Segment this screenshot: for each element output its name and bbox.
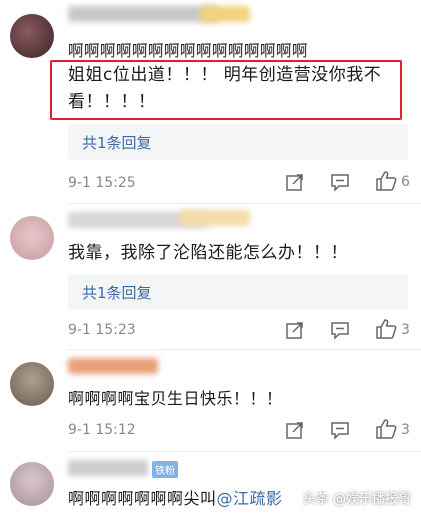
comment-text-line2: 姐姐c位出道！！！ 明年创造营没你我不 — [68, 65, 382, 85]
comment-icon[interactable] — [330, 420, 350, 440]
mention-link[interactable]: @江疏影 — [217, 489, 283, 508]
reply-box[interactable]: 共1条回复 — [68, 274, 408, 310]
timestamp: 9-1 15:12 — [68, 422, 136, 438]
comment-icon[interactable] — [330, 320, 350, 340]
username-decoration — [200, 6, 250, 22]
comment-text-line3: 看！！！！ — [68, 92, 156, 112]
comment-text: 我靠，我除了沦陷还能怎么办！！！ — [68, 243, 348, 263]
reply-count-link[interactable]: 共1条回复 — [82, 282, 152, 303]
timestamp: 9-1 15:25 — [68, 175, 136, 191]
username[interactable] — [68, 6, 218, 22]
like-count: 3 — [401, 322, 410, 338]
username[interactable] — [68, 460, 148, 476]
avatar[interactable] — [10, 216, 54, 260]
username[interactable] — [68, 358, 158, 374]
reply-box[interactable]: 共1条回复 — [68, 124, 408, 160]
reply-count-link[interactable]: 共1条回复 — [82, 132, 152, 153]
thumbs-up-icon[interactable] — [375, 170, 397, 192]
avatar[interactable] — [10, 14, 54, 58]
share-icon[interactable] — [285, 172, 305, 192]
watermark: 头条 @娱乐播报哥 — [302, 492, 411, 507]
thumbs-up-icon[interactable] — [375, 418, 397, 440]
comment-text-body: 啊啊啊啊啊啊啊尖叫 — [68, 489, 217, 508]
comment-item: 啊啊啊啊宝贝生日快乐！！！ 9-1 15:12 3 — [0, 350, 421, 450]
avatar[interactable] — [10, 462, 54, 506]
timestamp: 9-1 15:23 — [68, 322, 136, 338]
share-icon[interactable] — [285, 420, 305, 440]
comment-icon[interactable] — [330, 172, 350, 192]
like-count: 3 — [401, 422, 410, 438]
comment-text: 啊啊啊啊宝贝生日快乐！！！ — [68, 389, 283, 408]
comment-item: 啊啊啊啊啊啊啊啊啊啊啊啊啊啊啊 姐姐c位出道！！！ 明年创造营没你我不 看！！！… — [0, 0, 421, 200]
like-count: 6 — [401, 174, 410, 190]
share-icon[interactable] — [285, 320, 305, 340]
comment-text: 啊啊啊啊啊啊啊尖叫@江疏影 — [68, 486, 283, 512]
avatar[interactable] — [10, 362, 54, 406]
comment-item: 我靠，我除了沦陷还能怎么办！！！ 共1条回复 9-1 15:23 3 — [0, 204, 421, 346]
username-decoration — [180, 210, 250, 226]
fan-badge: 铁粉 — [152, 461, 178, 478]
thumbs-up-icon[interactable] — [375, 318, 397, 340]
